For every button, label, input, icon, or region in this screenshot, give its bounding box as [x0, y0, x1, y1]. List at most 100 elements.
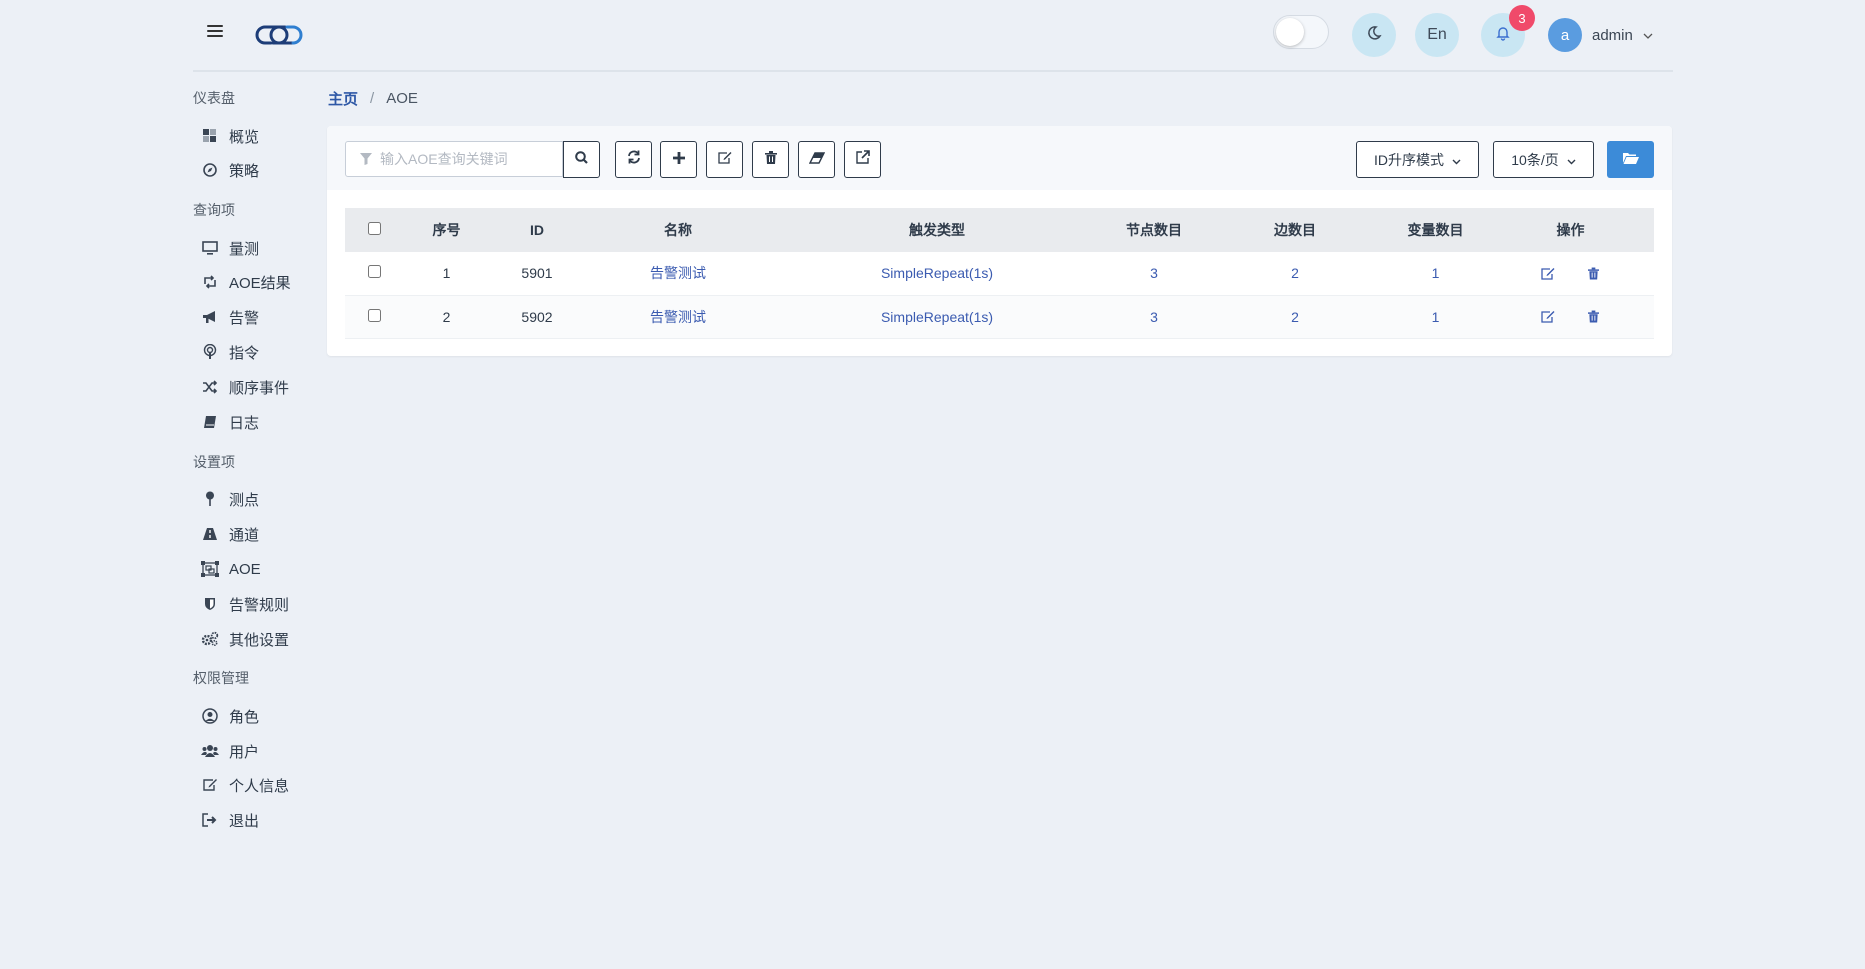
sidebar-item-label: 其他设置 [229, 631, 290, 649]
cell-trigger-link[interactable]: SimpleRepeat(1s) [881, 265, 993, 281]
search-icon [575, 150, 588, 169]
dark-mode-button[interactable] [1352, 13, 1396, 57]
breadcrumb: 主页 / AOE [328, 88, 418, 109]
cell-name-link[interactable]: 告警测试 [650, 309, 706, 325]
top-bar: En 3 a admin [193, 0, 1673, 72]
cell-id: 5902 [521, 308, 553, 325]
sidebar-item-label: 通道 [229, 526, 260, 544]
logo [253, 24, 305, 51]
row-checkbox[interactable] [367, 308, 381, 322]
table-header-row: 序号 ID 名称 触发类型 节点数目 边数目 变量数目 操作 [345, 208, 1654, 252]
plus-icon [672, 151, 685, 169]
breadcrumb-home-link[interactable]: 主页 [328, 88, 358, 109]
sidebar-item-sequence-event[interactable]: 顺序事件 [201, 372, 289, 402]
sidebar-item-aoe[interactable]: AOE [201, 554, 261, 584]
cell-trigger-link[interactable]: SimpleRepeat(1s) [881, 309, 993, 325]
select-all-checkbox[interactable] [367, 222, 381, 235]
search-button[interactable] [563, 141, 600, 178]
sidebar-item-other-settings[interactable]: 其他设置 [201, 624, 289, 654]
cell-node-count-link[interactable]: 3 [1150, 265, 1158, 281]
cell-variable-count-link[interactable]: 1 [1432, 265, 1440, 281]
add-button[interactable] [660, 141, 697, 178]
sidebar-item-label: 日志 [229, 414, 260, 432]
book-icon [201, 413, 219, 431]
export-button[interactable] [844, 141, 881, 178]
podcast-icon [201, 343, 219, 361]
sidebar-item-aoe-result[interactable]: AOE结果 [201, 267, 291, 297]
column-header-node-count[interactable]: 节点数目 [1102, 208, 1206, 252]
cell-variable-count-link[interactable]: 1 [1432, 309, 1440, 325]
theme-toggle-switch[interactable] [1273, 15, 1329, 49]
notifications-button[interactable]: 3 [1481, 5, 1535, 57]
shield-icon [201, 595, 219, 613]
page-size-select[interactable]: 10条/页 [1493, 141, 1594, 178]
aoe-table: 序号 ID 名称 触发类型 节点数目 边数目 变量数目 操作 1 5901 告警… [345, 208, 1654, 339]
breadcrumb-separator: / [370, 90, 375, 107]
column-header-actions: 操作 [1556, 222, 1585, 238]
row-delete-icon[interactable] [1584, 307, 1602, 325]
sidebar-item-label: 指令 [229, 344, 260, 362]
sort-mode-select[interactable]: ID升序模式 [1356, 141, 1479, 178]
refresh-button[interactable] [615, 141, 652, 178]
sidebar-item-command[interactable]: 指令 [201, 337, 259, 367]
random-icon [201, 378, 219, 396]
sidebar-item-point[interactable]: 测点 [201, 484, 259, 514]
menu-toggle-icon[interactable] [207, 25, 223, 37]
sidebar-item-user[interactable]: 用户 [201, 736, 259, 766]
chevron-down-icon [1452, 152, 1461, 168]
sidebar-item-channel[interactable]: 通道 [201, 519, 259, 549]
compass-icon [201, 161, 219, 179]
column-header-name[interactable]: 名称 [584, 208, 772, 252]
eraser-icon [808, 151, 825, 169]
moon-icon [1366, 25, 1382, 46]
sidebar-item-label: 测点 [229, 491, 260, 509]
sidebar-item-strategy[interactable]: 策略 [201, 155, 259, 185]
chevron-down-icon [1567, 152, 1576, 168]
cell-edge-count-link[interactable]: 2 [1291, 309, 1299, 325]
column-header-edge-count[interactable]: 边数目 [1206, 208, 1384, 252]
row-delete-icon[interactable] [1584, 264, 1602, 282]
cell-edge-count-link[interactable]: 2 [1291, 265, 1299, 281]
cell-node-count-link[interactable]: 3 [1150, 309, 1158, 325]
monitor-icon [201, 239, 219, 257]
delete-button[interactable] [752, 141, 789, 178]
column-header-trigger-type[interactable]: 触发类型 [772, 208, 1102, 252]
user-menu[interactable]: a admin [1548, 18, 1653, 52]
sidebar-item-profile[interactable]: 个人信息 [201, 770, 289, 800]
users-icon [201, 742, 219, 760]
row-edit-icon[interactable] [1539, 307, 1557, 325]
table-row: 1 5901 告警测试 SimpleRepeat(1s) 3 2 1 [345, 252, 1654, 295]
column-header-index[interactable]: 序号 [403, 208, 490, 252]
sidebar-item-role[interactable]: 角色 [201, 701, 259, 731]
language-button[interactable]: En [1415, 13, 1459, 57]
sidebar-item-logout[interactable]: 退出 [201, 805, 259, 835]
map-pin-icon [201, 490, 219, 508]
filter-icon [360, 153, 372, 165]
section-title-dashboard: 仪表盘 [193, 90, 235, 106]
sidebar-item-measure[interactable]: 量测 [201, 233, 259, 263]
open-folder-button[interactable] [1607, 141, 1654, 178]
sign-out-icon [201, 811, 219, 829]
row-edit-icon[interactable] [1539, 264, 1557, 282]
sidebar-item-label: 告警规则 [229, 596, 290, 614]
clear-button[interactable] [798, 141, 835, 178]
edit-button[interactable] [706, 141, 743, 178]
sidebar-item-alarm-rule[interactable]: 告警规则 [201, 589, 289, 619]
external-link-icon [855, 150, 870, 169]
cell-name-link[interactable]: 告警测试 [650, 265, 706, 281]
section-title-query: 查询项 [193, 202, 235, 218]
cogs-icon [201, 630, 219, 648]
column-header-variable-count[interactable]: 变量数目 [1384, 208, 1487, 252]
sidebar-item-alarm[interactable]: 告警 [201, 302, 259, 332]
search-box [345, 141, 563, 177]
sidebar-item-label: 告警 [229, 309, 260, 327]
sidebar-item-log[interactable]: 日志 [201, 407, 259, 437]
sidebar-item-label: AOE [229, 560, 261, 578]
column-header-id[interactable]: ID [490, 208, 584, 252]
sidebar-item-overview[interactable]: 概览 [201, 121, 259, 151]
sidebar-item-label: 退出 [229, 812, 260, 830]
row-checkbox[interactable] [367, 265, 381, 279]
search-input[interactable] [380, 151, 550, 167]
edit-icon [201, 776, 219, 794]
cell-index: 2 [442, 308, 451, 325]
